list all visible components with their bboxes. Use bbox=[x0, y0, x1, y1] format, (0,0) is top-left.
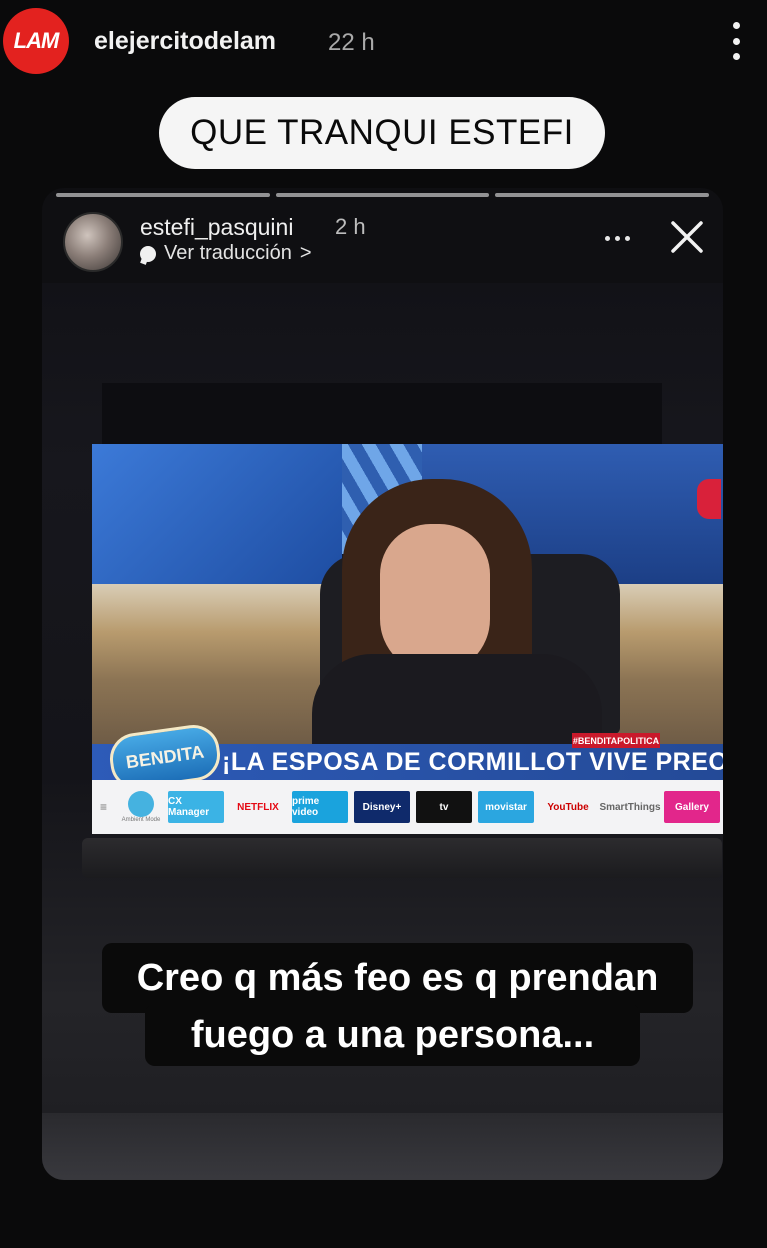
inner-username[interactable]: estefi_pasquini bbox=[140, 214, 293, 241]
inner-avatar[interactable] bbox=[63, 212, 123, 272]
story-caption: QUE TRANQUI ESTEFI bbox=[159, 97, 605, 169]
progress-segment bbox=[56, 193, 270, 197]
inner-post-time: 2 h bbox=[335, 214, 366, 239]
ambient-label: Ambient Mode bbox=[121, 817, 161, 823]
story-text-line-1: Creo q más feo es q prendan bbox=[102, 943, 693, 1013]
tv-headline-text: ¡LA ESPOSA DE CORMILLOT VIVE PREOCUPADA! bbox=[222, 747, 723, 776]
channel-logo bbox=[697, 479, 721, 519]
ambient-mode-app: Ambient Mode bbox=[120, 786, 162, 828]
story-viewer: LAM elejercitodelam 22 h QUE TRANQUI EST… bbox=[0, 0, 767, 1248]
tv-app-tile: Gallery bbox=[664, 791, 720, 823]
account-avatar[interactable]: LAM bbox=[3, 8, 69, 74]
post-time: 22 h bbox=[328, 29, 375, 56]
story-progress bbox=[56, 193, 710, 197]
app-tiles: CX Manager NETFLIX prime video Disney+ tv mov… bbox=[168, 791, 720, 823]
close-icon[interactable] bbox=[669, 219, 705, 255]
chevron-right-icon: > bbox=[299, 242, 312, 264]
ambient-icon bbox=[128, 791, 154, 817]
tv-app-tile: tv bbox=[416, 791, 472, 823]
studio-wall-left bbox=[92, 444, 342, 584]
menu-icon: ≡ bbox=[100, 800, 108, 814]
story-header: LAM elejercitodelam 22 h bbox=[0, 0, 767, 86]
tv-app-tile: YouTube bbox=[540, 791, 596, 823]
tv-app-tile: movistar bbox=[478, 791, 534, 823]
more-horizontal-icon[interactable] bbox=[605, 236, 630, 241]
see-translation-label: Ver traducción bbox=[164, 242, 292, 264]
smart-tv-app-bar: ≡ Ambient Mode CX Manager NETFLIX prime vi… bbox=[92, 780, 723, 834]
presenter-body bbox=[312, 654, 602, 744]
story-text-line-2: fuego a una persona... bbox=[145, 1004, 640, 1066]
blanket-foreground bbox=[42, 1113, 723, 1180]
tv-app-tile: CX Manager bbox=[168, 791, 224, 823]
tv-hashtag: #BENDITAPOLITICA bbox=[572, 733, 660, 748]
account-username[interactable]: elejercitodelam bbox=[94, 27, 276, 56]
tv-app-tile: Disney+ bbox=[354, 791, 410, 823]
tv-app-tile: SmartThings bbox=[599, 791, 661, 823]
tv-app-tile: prime video bbox=[292, 791, 348, 823]
progress-segment bbox=[495, 193, 710, 197]
more-vertical-icon[interactable] bbox=[727, 22, 745, 60]
tv-stand bbox=[82, 838, 722, 878]
speech-bubble-icon bbox=[140, 245, 156, 262]
presenter-face bbox=[380, 524, 490, 674]
tv-screen: ¡LA ESPOSA DE CORMILLOT VIVE PREOCUPADA!… bbox=[92, 444, 723, 834]
tv-app-tile: NETFLIX bbox=[230, 791, 286, 823]
progress-segment bbox=[275, 193, 490, 197]
see-translation-link[interactable]: Ver traducción > bbox=[140, 242, 312, 265]
reposted-story[interactable]: estefi_pasquini 2 h Ver traducción > ¡LA… bbox=[42, 188, 723, 1180]
